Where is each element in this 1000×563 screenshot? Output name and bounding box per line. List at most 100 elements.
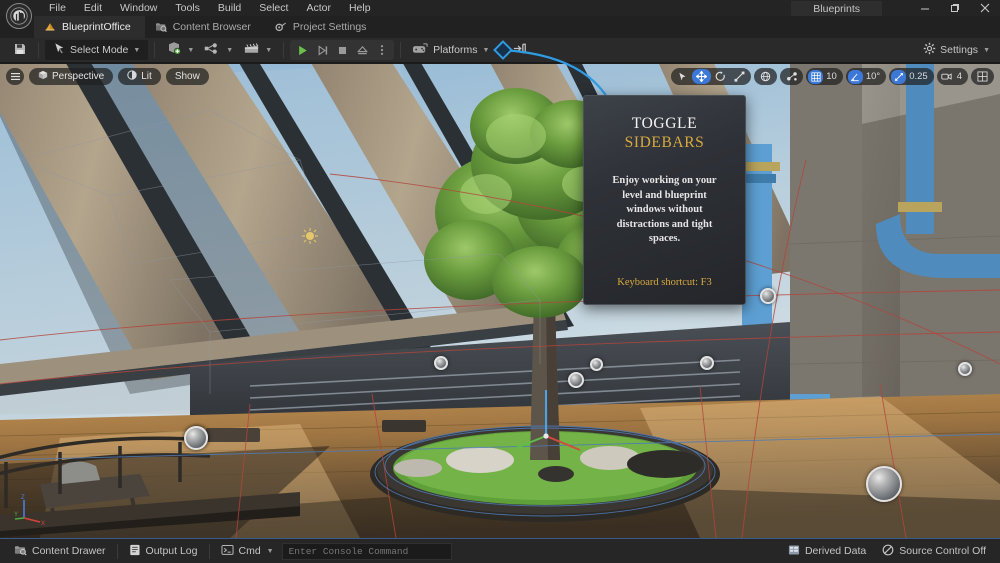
rotate-tool-button[interactable]: [711, 69, 730, 84]
status-divider: [117, 544, 118, 559]
viewport-scene-render: [0, 64, 1000, 538]
reflection-probe-icon[interactable]: [184, 426, 208, 450]
tab-project-settings[interactable]: Project Settings: [265, 16, 381, 38]
grid-snap-icon: [808, 70, 823, 84]
menu-items: File Edit Window Tools Build Select Acto…: [40, 0, 380, 16]
tab-blueprint-office[interactable]: BlueprintOffice: [34, 16, 145, 38]
play-button[interactable]: [292, 40, 312, 60]
camera-speed-control[interactable]: 4: [937, 68, 968, 85]
stop-button[interactable]: [332, 40, 352, 60]
close-button[interactable]: [970, 0, 1000, 16]
grid-snap-value: 10: [826, 71, 837, 82]
save-button[interactable]: [8, 41, 32, 60]
toggle-sidebars-button[interactable]: [507, 41, 532, 60]
console-icon: [221, 544, 234, 559]
project-settings-icon: [275, 21, 287, 33]
reflection-probe-icon[interactable]: [958, 362, 972, 376]
scale-snap-control[interactable]: 0.25: [889, 68, 934, 85]
blueprints-button[interactable]: ▼: [199, 41, 238, 60]
maximize-button[interactable]: [940, 0, 970, 16]
toggle-sidebars-icon: [512, 42, 527, 58]
derived-data-label: Derived Data: [805, 545, 866, 557]
angle-snap-value: 10°: [866, 71, 880, 82]
viewport-right-toolbar: 10 10° 0.: [671, 68, 994, 85]
reflection-probe-large-icon[interactable]: [866, 466, 902, 502]
source-control-label: Source Control Off: [899, 545, 986, 557]
viewport-perspective-label: Perspective: [52, 71, 104, 82]
content-drawer-button[interactable]: Content Drawer: [6, 542, 114, 561]
minimize-button[interactable]: [910, 0, 940, 16]
menu-item-edit[interactable]: Edit: [75, 0, 111, 16]
surface-snap-button[interactable]: [782, 69, 801, 84]
reflection-probe-icon[interactable]: [760, 288, 776, 304]
viewport-perspective-button[interactable]: Perspective: [29, 68, 113, 85]
content-browser-icon: [155, 21, 167, 33]
status-bar-right: Derived Data Source Control Off: [780, 542, 994, 561]
menu-bar: File Edit Window Tools Build Select Acto…: [0, 0, 1000, 16]
level-viewport[interactable]: Z X Y Perspective: [0, 64, 1000, 538]
cmd-button[interactable]: Cmd ▼: [213, 542, 282, 561]
tab-content-browser[interactable]: Content Browser: [145, 16, 265, 38]
source-control-button[interactable]: Source Control Off: [874, 542, 994, 561]
blueprints-icon: [204, 42, 221, 58]
select-tool-button[interactable]: [673, 69, 692, 84]
move-tool-button[interactable]: [692, 69, 711, 84]
toolbar-divider: [400, 42, 401, 58]
more-options-button[interactable]: [372, 40, 392, 60]
tooltip-title-line1: TOGGLE: [598, 114, 731, 133]
add-actor-icon: [166, 41, 182, 59]
viewport-axis-gizmo: Z X Y: [14, 492, 48, 526]
platforms-button[interactable]: Platforms ▼: [407, 41, 494, 60]
chevron-down-icon: ▼: [265, 47, 272, 54]
cinematics-button[interactable]: ▼: [238, 41, 277, 60]
blueprints-window-button[interactable]: Blueprints: [791, 1, 882, 17]
angle-snap-control[interactable]: 10°: [846, 68, 886, 85]
reflection-probe-icon[interactable]: [434, 356, 448, 370]
settings-label: Settings: [940, 44, 978, 56]
play-controls-group: [290, 40, 394, 60]
step-forward-button[interactable]: [312, 40, 332, 60]
viewport-lit-button[interactable]: Lit: [118, 68, 161, 85]
reflection-probe-icon[interactable]: [568, 372, 584, 388]
toolbar-divider: [500, 42, 501, 58]
output-log-button[interactable]: Output Log: [121, 542, 206, 561]
world-coordinates-button[interactable]: [756, 69, 775, 84]
transform-tools-group: [671, 68, 751, 85]
console-command-input[interactable]: [282, 543, 452, 560]
svg-text:Z: Z: [21, 495, 25, 501]
level-icon: [44, 21, 56, 33]
menu-item-tools[interactable]: Tools: [166, 0, 209, 16]
content-drawer-label: Content Drawer: [32, 545, 106, 557]
menu-item-help[interactable]: Help: [340, 0, 380, 16]
unreal-editor-window: File Edit Window Tools Build Select Acto…: [0, 0, 1000, 563]
reflection-probe-icon[interactable]: [700, 356, 714, 370]
cmd-label: Cmd: [239, 545, 261, 557]
viewport-show-button[interactable]: Show: [166, 68, 209, 85]
menu-item-file[interactable]: File: [40, 0, 75, 16]
select-mode-label: Select Mode: [70, 44, 128, 56]
viewport-show-label: Show: [175, 71, 200, 82]
viewport-layout-button[interactable]: [973, 69, 992, 84]
eject-button[interactable]: [352, 40, 372, 60]
tab-label: BlueprintOffice: [62, 21, 131, 33]
chevron-down-icon: ▼: [187, 47, 194, 54]
reflection-probe-icon[interactable]: [590, 358, 603, 371]
angle-snap-icon: [848, 70, 863, 84]
source-control-off-icon: [882, 544, 894, 559]
chevron-down-icon: ▼: [267, 548, 274, 555]
viewport-menu-button[interactable]: [6, 68, 24, 85]
menu-item-build[interactable]: Build: [209, 0, 250, 16]
settings-button[interactable]: Settings ▼: [923, 42, 990, 58]
derived-data-button[interactable]: Derived Data: [780, 542, 874, 561]
scale-tool-button[interactable]: [730, 69, 749, 84]
menu-item-actor[interactable]: Actor: [297, 0, 340, 16]
grid-snap-control[interactable]: 10: [806, 68, 843, 85]
cinematics-icon: [243, 42, 260, 59]
output-log-icon: [129, 544, 141, 559]
menu-item-select[interactable]: Select: [250, 0, 297, 16]
toggle-sidebars-tooltip: TOGGLE SIDEBARS Enjoy working on your le…: [583, 95, 746, 305]
add-actor-button[interactable]: ▼: [161, 41, 199, 60]
menu-item-window[interactable]: Window: [111, 0, 166, 16]
unreal-engine-logo-icon[interactable]: [6, 3, 32, 29]
select-mode-button[interactable]: Select Mode ▼: [45, 40, 148, 60]
